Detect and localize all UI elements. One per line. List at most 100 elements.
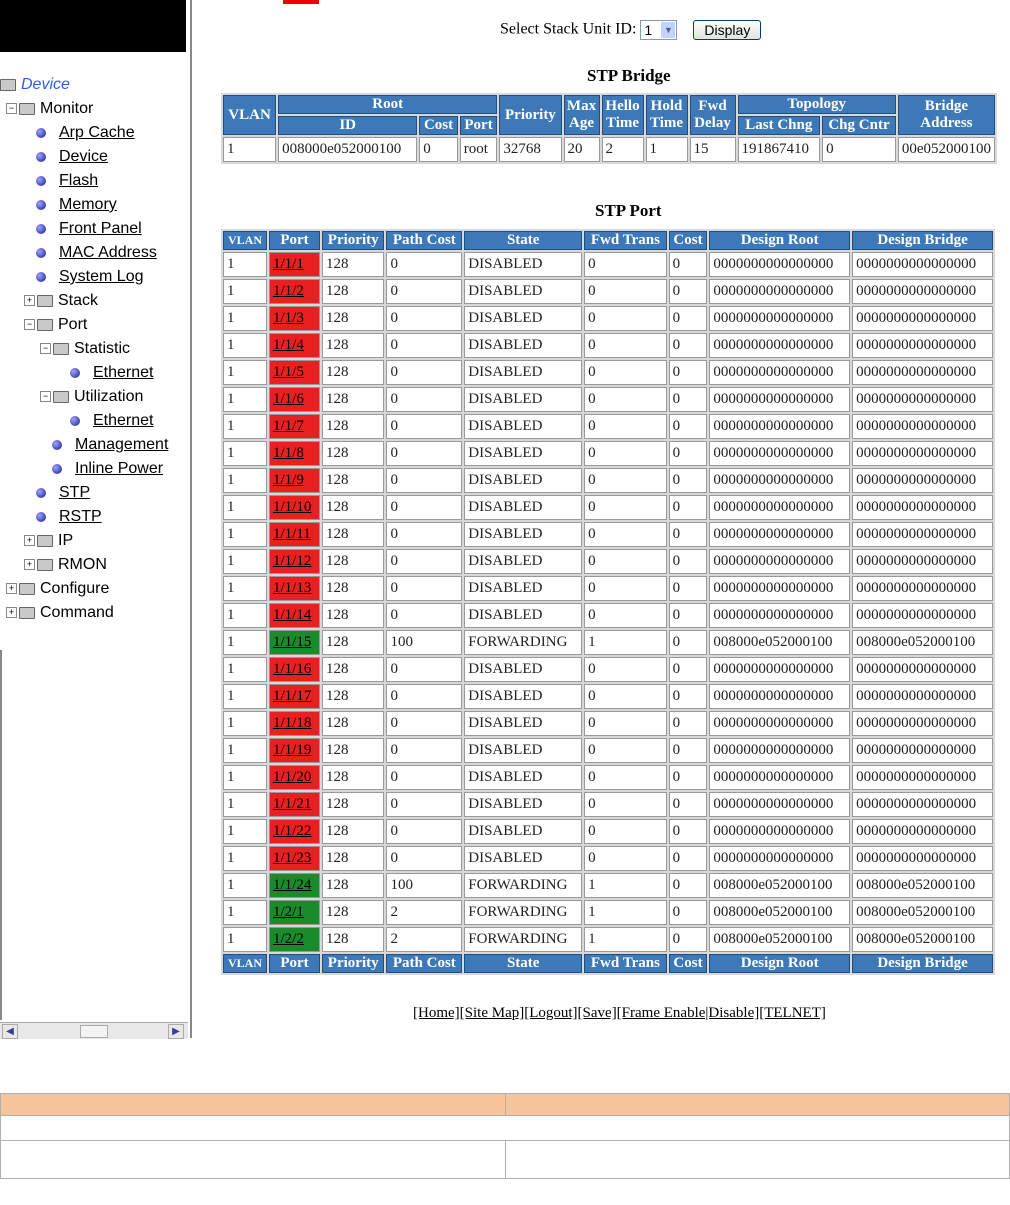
- nav-item[interactable]: Ethernet: [70, 410, 153, 434]
- table-cell: 0000000000000000: [709, 387, 851, 412]
- port-link[interactable]: 1/1/23: [269, 846, 320, 871]
- display-button[interactable]: Display: [693, 20, 762, 40]
- table-row: 1 1/1/3 128 0 DISABLED 0 0 0000000000000000 0000…: [223, 306, 993, 331]
- scroll-left-icon[interactable]: ◀: [2, 1024, 18, 1039]
- port-link[interactable]: 1/1/9: [269, 468, 320, 493]
- table-cell: DISABLED: [464, 684, 583, 709]
- port-link[interactable]: 1/1/2: [269, 279, 320, 304]
- nav-item[interactable]: − Monitor: [6, 98, 93, 122]
- stack-unit-select[interactable]: 1 ▼: [640, 20, 678, 40]
- nav-item[interactable]: MAC Address: [36, 242, 157, 266]
- footer-links[interactable]: [Home][Site Map][Logout][Save][Frame Ena…: [413, 1005, 826, 1022]
- scroll-thumb[interactable]: [80, 1025, 108, 1038]
- table-cell: 0: [386, 387, 463, 412]
- port-link[interactable]: 1/1/15: [269, 630, 320, 655]
- port-link[interactable]: 1/1/5: [269, 360, 320, 385]
- nav-item[interactable]: + RMON: [24, 554, 107, 578]
- nav-item[interactable]: STP: [36, 482, 90, 506]
- nav-item[interactable]: + Command: [6, 602, 114, 626]
- port-link[interactable]: 1/1/8: [269, 441, 320, 466]
- expand-icon[interactable]: −: [40, 343, 51, 355]
- port-link[interactable]: 1/1/13: [269, 576, 320, 601]
- nav-item[interactable]: Ethernet: [70, 362, 153, 386]
- port-link[interactable]: 1/1/14: [269, 603, 320, 628]
- port-link[interactable]: 1/1/21: [269, 792, 320, 817]
- nav-item[interactable]: + Configure: [6, 578, 109, 602]
- horizontal-scrollbar[interactable]: ◀ ▶: [0, 1022, 188, 1039]
- nav-item[interactable]: Device: [36, 146, 108, 170]
- table-cell: 0: [584, 414, 667, 439]
- table-cell: 0000000000000000: [852, 603, 993, 628]
- table-cell: 128: [321, 711, 385, 736]
- table-cell: DISABLED: [464, 819, 583, 844]
- table-cell: 008000e052000100: [709, 927, 851, 952]
- table-cell: 0: [668, 495, 708, 520]
- nav-item[interactable]: Device: [0, 74, 70, 98]
- table-cell: 2: [386, 927, 463, 952]
- table-cell: 0: [668, 657, 708, 682]
- expand-icon[interactable]: +: [6, 583, 17, 595]
- port-link[interactable]: 1/1/11: [269, 522, 320, 547]
- nav-item[interactable]: System Log: [36, 266, 143, 290]
- nav-item[interactable]: − Port: [24, 314, 87, 338]
- folder-icon: [19, 582, 35, 595]
- nav-item[interactable]: RSTP: [36, 506, 102, 530]
- port-link[interactable]: 1/1/19: [269, 738, 320, 763]
- nav-item[interactable]: Arp Cache: [36, 122, 135, 146]
- scroll-right-icon[interactable]: ▶: [168, 1024, 184, 1039]
- table-cell: 0000000000000000: [852, 819, 993, 844]
- table-cell: 0: [584, 387, 667, 412]
- table-cell: 128: [321, 360, 385, 385]
- port-link[interactable]: 1/1/6: [269, 387, 320, 412]
- nav-item[interactable]: Inline Power: [52, 458, 163, 482]
- dropdown-arrow-icon[interactable]: ▼: [661, 22, 676, 38]
- table-cell: 0: [584, 279, 667, 304]
- nav-item[interactable]: − Statistic: [40, 338, 130, 362]
- table-cell: 0: [668, 252, 708, 277]
- folder-icon: [37, 558, 53, 571]
- table-cell: 0000000000000000: [852, 279, 993, 304]
- doc-header-cell-1: [0, 1093, 506, 1116]
- port-link[interactable]: 1/2/1: [269, 900, 320, 925]
- expand-icon[interactable]: −: [40, 391, 51, 403]
- expand-icon[interactable]: −: [6, 103, 17, 115]
- table-cell: 0000000000000000: [852, 468, 993, 493]
- port-link[interactable]: 1/1/22: [269, 819, 320, 844]
- port-link[interactable]: 1/1/20: [269, 765, 320, 790]
- port-link[interactable]: 1/1/18: [269, 711, 320, 736]
- expand-icon[interactable]: +: [24, 559, 35, 571]
- expand-icon[interactable]: +: [6, 607, 17, 619]
- port-link[interactable]: 1/1/17: [269, 684, 320, 709]
- table-cell: 0: [668, 414, 708, 439]
- table-cell: 1: [223, 279, 267, 304]
- nav-item[interactable]: Management: [52, 434, 168, 458]
- expand-icon[interactable]: +: [24, 295, 35, 307]
- column-header: Design Bridge: [852, 954, 993, 973]
- port-link[interactable]: 1/1/10: [269, 495, 320, 520]
- nav-item[interactable]: Flash: [36, 170, 98, 194]
- table-cell: 0000000000000000: [852, 846, 993, 871]
- port-link[interactable]: 1/1/4: [269, 333, 320, 358]
- port-link[interactable]: 1/2/2: [269, 927, 320, 952]
- table-cell: 128: [321, 522, 385, 547]
- nav-item[interactable]: + Stack: [24, 290, 98, 314]
- table-cell: 008000e052000100: [852, 873, 993, 898]
- nav-item[interactable]: Front Panel: [36, 218, 142, 242]
- table-row: 1 1/1/19 128 0 DISABLED 0 0 0000000000000000 000…: [223, 738, 993, 763]
- port-link[interactable]: 1/1/24: [269, 873, 320, 898]
- table-row: 1 1/1/16 128 0 DISABLED 0 0 0000000000000000 000…: [223, 657, 993, 682]
- port-link[interactable]: 1/1/1: [269, 252, 320, 277]
- table-cell: 1: [223, 603, 267, 628]
- port-link[interactable]: 1/1/12: [269, 549, 320, 574]
- port-link[interactable]: 1/1/16: [269, 657, 320, 682]
- nav-item[interactable]: + IP: [24, 530, 73, 554]
- table-cell: 128: [321, 765, 385, 790]
- expand-icon[interactable]: −: [24, 319, 35, 331]
- port-link[interactable]: 1/1/7: [269, 414, 320, 439]
- table-cell: 0000000000000000: [709, 765, 851, 790]
- port-link[interactable]: 1/1/3: [269, 306, 320, 331]
- expand-icon[interactable]: +: [24, 535, 35, 547]
- document-table: [0, 1093, 1010, 1179]
- nav-item[interactable]: Memory: [36, 194, 117, 218]
- nav-item[interactable]: − Utilization: [40, 386, 143, 410]
